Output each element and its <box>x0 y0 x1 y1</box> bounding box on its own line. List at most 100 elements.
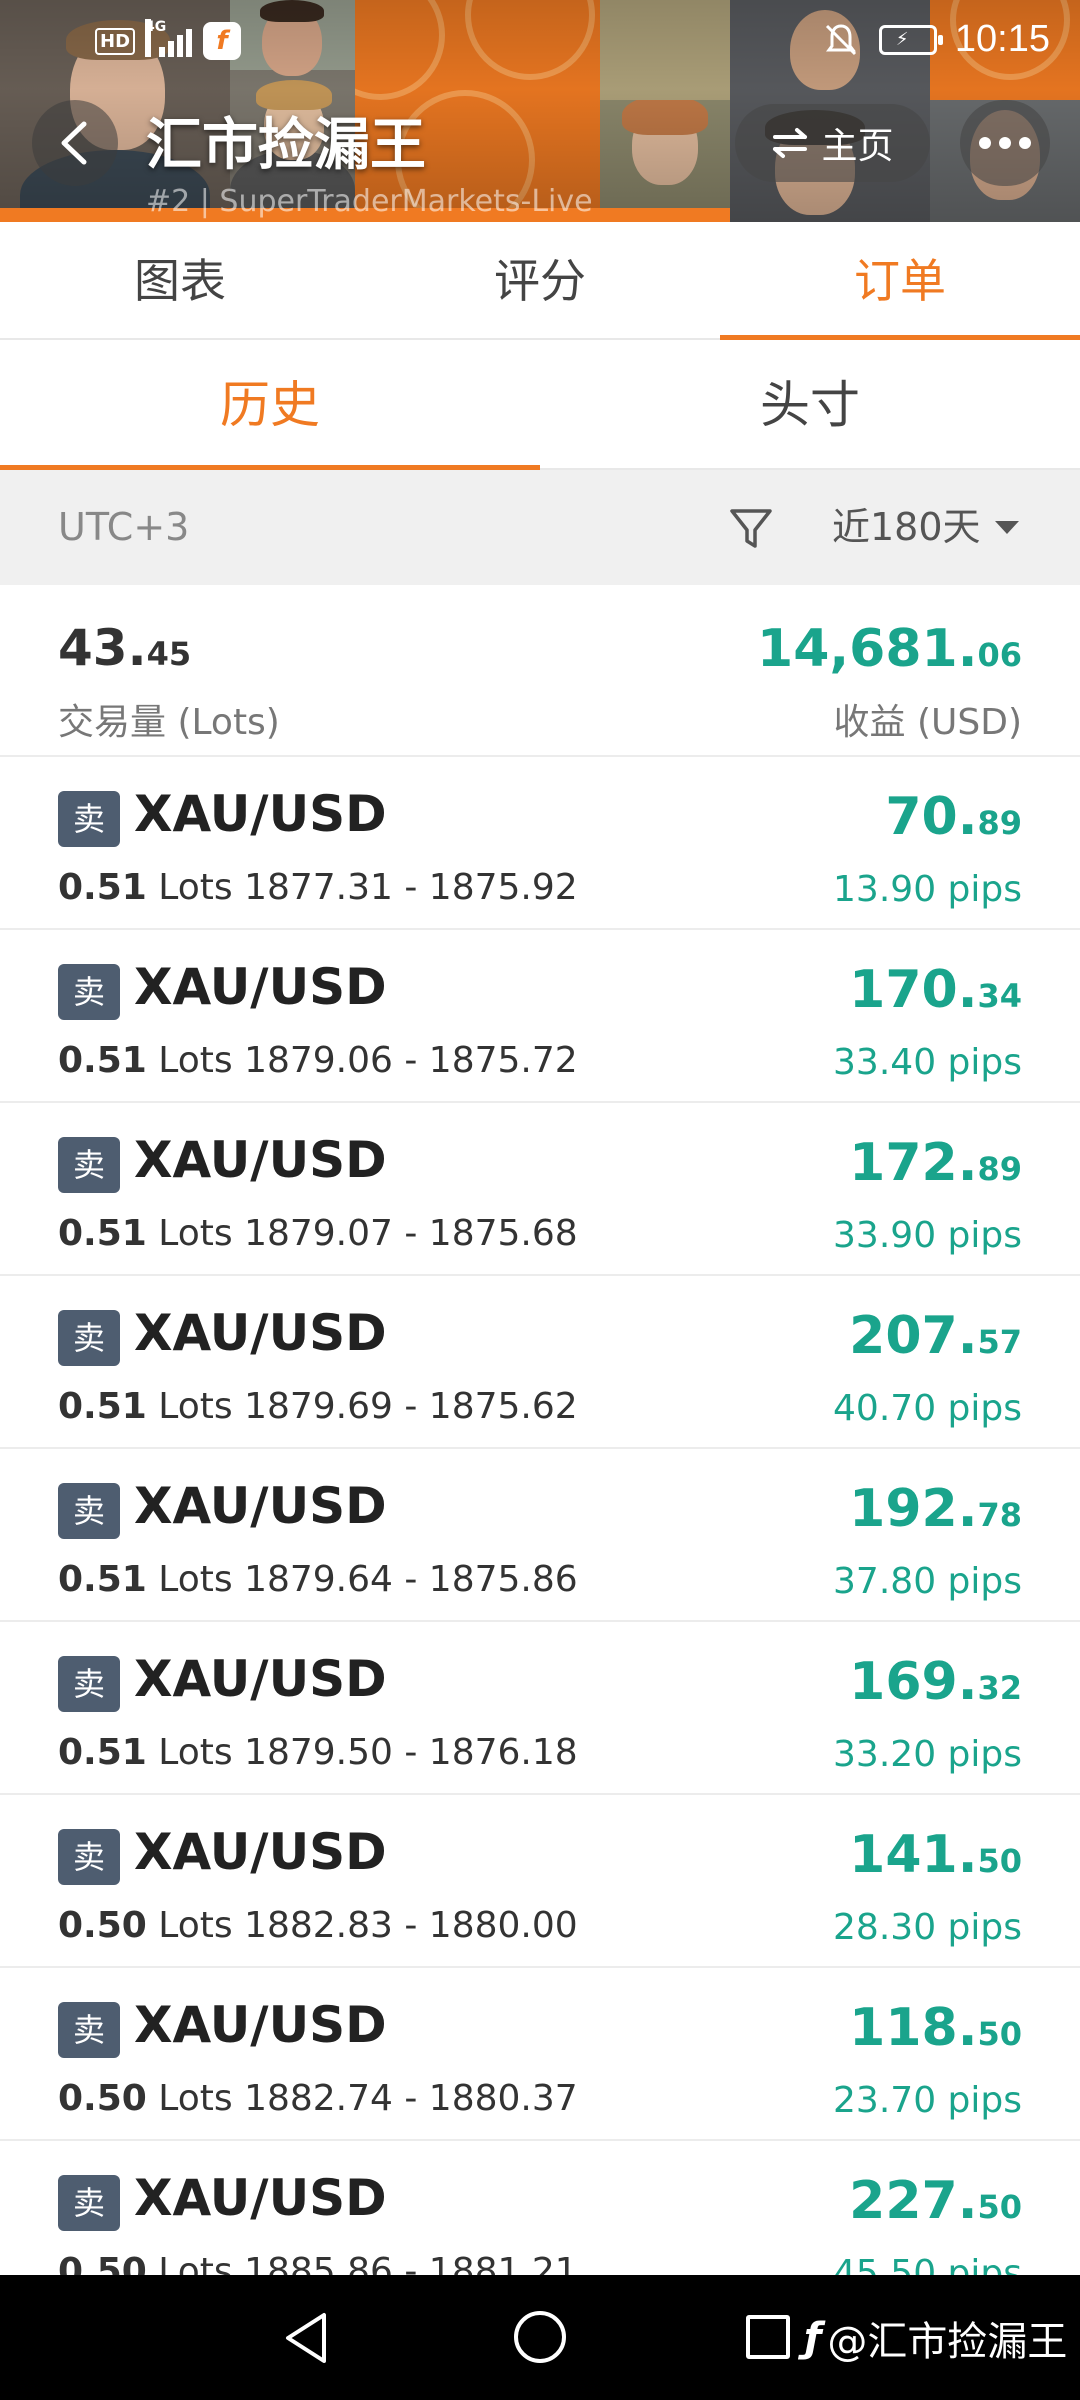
tab-history[interactable]: 历史 <box>0 340 540 472</box>
total-volume: 43.45 <box>58 619 192 677</box>
order-price-range: 1879.64 - 1875.86 <box>244 1559 578 1600</box>
nav-back-icon[interactable] <box>282 2311 332 2365</box>
order-detail: 0.51 Lots 1879.69 - 1875.62 <box>58 1386 578 1427</box>
header-banner: HD 4G f ⚡ 10:15 汇市捡漏王 #2 | SuperTraderMa… <box>0 0 1080 222</box>
volume-label: 交易量 (Lots) <box>58 702 280 743</box>
home-button[interactable]: 主页 <box>735 104 930 182</box>
main-tabs: 图表 评分 订单 <box>0 222 1080 342</box>
order-row[interactable]: 卖 XAU/USD 0.51 Lots 1877.31 - 1875.92 70… <box>0 757 1080 930</box>
app-notification-icon: f <box>203 22 242 60</box>
sell-badge: 卖 <box>58 791 120 847</box>
order-profit: 141.50 <box>849 1825 1022 1885</box>
order-symbol: XAU/USD <box>134 1823 387 1881</box>
chevron-left-icon <box>61 121 87 165</box>
order-price-range: 1885.86 - 1881.21 <box>244 2251 578 2275</box>
app-screen: HD 4G f ⚡ 10:15 汇市捡漏王 #2 | SuperTraderMa… <box>0 0 1080 2400</box>
status-bar: HD 4G f ⚡ 10:15 <box>0 0 1080 80</box>
profit-label: 收益 (USD) <box>833 702 1022 743</box>
sell-badge: 卖 <box>58 2175 120 2231</box>
summary-panel: 43.45 交易量 (Lots) 14,681.06 收益 (USD) <box>0 585 1080 757</box>
order-symbol: XAU/USD <box>134 2169 387 2227</box>
dot <box>979 137 991 149</box>
order-lots-unit: Lots <box>158 867 233 908</box>
order-detail: 0.50 Lots 1882.74 - 1880.37 <box>58 2078 578 2119</box>
order-lots: 0.51 <box>58 1559 147 1600</box>
nav-home-icon[interactable] <box>514 2311 566 2363</box>
order-pips: 23.70 pips <box>833 2080 1022 2121</box>
order-symbol: XAU/USD <box>134 958 387 1016</box>
order-lots-unit: Lots <box>158 1905 233 1946</box>
order-profit: 207.57 <box>849 1306 1022 1366</box>
order-lots: 0.50 <box>58 1905 147 1946</box>
sell-badge: 卖 <box>58 964 120 1020</box>
order-row[interactable]: 卖 XAU/USD 0.50 Lots 1885.86 - 1881.21 22… <box>0 2141 1080 2275</box>
order-lots: 0.51 <box>58 1386 147 1427</box>
order-detail: 0.51 Lots 1879.06 - 1875.72 <box>58 1040 578 1081</box>
order-lots: 0.50 <box>58 2078 147 2119</box>
order-row[interactable]: 卖 XAU/USD 0.51 Lots 1879.06 - 1875.72 17… <box>0 930 1080 1103</box>
network-type: 4G <box>145 19 166 57</box>
order-pips: 13.90 pips <box>833 869 1022 910</box>
order-profit: 170.34 <box>849 960 1022 1020</box>
date-range-dropdown[interactable]: 近180天 <box>832 470 1019 585</box>
order-profit: 169.32 <box>849 1652 1022 1712</box>
order-detail: 0.50 Lots 1885.86 - 1881.21 <box>58 2251 578 2275</box>
page-title: 汇市捡漏王 <box>146 113 426 178</box>
signal-icon: 4G <box>145 19 193 59</box>
date-range-value: 近180天 <box>832 505 981 549</box>
order-lots: 0.51 <box>58 867 147 908</box>
order-symbol: XAU/USD <box>134 1477 387 1535</box>
trader-subtitle: #2 | SuperTraderMarkets-Live <box>146 184 593 219</box>
order-row[interactable]: 卖 XAU/USD 0.51 Lots 1879.69 - 1875.62 20… <box>0 1276 1080 1449</box>
nav-recents-icon[interactable] <box>746 2315 790 2359</box>
order-symbol: XAU/USD <box>134 1996 387 2054</box>
order-profit: 118.50 <box>849 1998 1022 2058</box>
sell-badge: 卖 <box>58 1656 120 1712</box>
watermark-text: @汇市捡漏王 <box>827 2319 1068 2365</box>
sell-badge: 卖 <box>58 1137 120 1193</box>
order-price-range: 1877.31 - 1875.92 <box>244 867 578 908</box>
system-nav-bar: ƒ @汇市捡漏王 <box>0 2275 1080 2400</box>
order-profit: 192.78 <box>849 1479 1022 1539</box>
tab-orders[interactable]: 订单 <box>720 222 1080 342</box>
order-profit: 172.89 <box>849 1133 1022 1193</box>
order-pips: 45.50 pips <box>833 2253 1022 2275</box>
tab-rating[interactable]: 评分 <box>360 222 720 340</box>
hd-indicator: HD <box>95 27 136 55</box>
order-sub-tabs: 历史 头寸 <box>0 340 1080 472</box>
watermark: ƒ @汇市捡漏王 <box>804 2309 1067 2367</box>
home-button-label: 主页 <box>821 126 894 167</box>
order-row[interactable]: 卖 XAU/USD 0.50 Lots 1882.74 - 1880.37 11… <box>0 1968 1080 2141</box>
order-price-range: 1879.50 - 1876.18 <box>244 1732 578 1773</box>
total-profit: 14,681.06 <box>757 619 1022 679</box>
order-price-range: 1879.07 - 1875.68 <box>244 1213 578 1254</box>
tab-positions[interactable]: 头寸 <box>540 340 1080 470</box>
back-button[interactable] <box>32 100 118 186</box>
order-profit: 227.50 <box>849 2171 1022 2231</box>
order-profit: 70.89 <box>885 787 1022 847</box>
order-pips: 37.80 pips <box>833 1561 1022 1602</box>
bell-muted-icon <box>821 20 861 60</box>
order-row[interactable]: 卖 XAU/USD 0.50 Lots 1882.83 - 1880.00 14… <box>0 1795 1080 1968</box>
order-price-range: 1879.06 - 1875.72 <box>244 1040 578 1081</box>
more-options-button[interactable] <box>960 100 1050 186</box>
order-row[interactable]: 卖 XAU/USD 0.51 Lots 1879.50 - 1876.18 16… <box>0 1622 1080 1795</box>
order-symbol: XAU/USD <box>134 1131 387 1189</box>
order-price-range: 1882.74 - 1880.37 <box>244 2078 578 2119</box>
dot <box>999 137 1011 149</box>
dot <box>1019 137 1031 149</box>
sell-badge: 卖 <box>58 1829 120 1885</box>
timezone-label: UTC+3 <box>58 505 190 549</box>
order-lots: 0.51 <box>58 1213 147 1254</box>
order-price-range: 1879.69 - 1875.62 <box>244 1386 578 1427</box>
order-lots-unit: Lots <box>158 2078 233 2119</box>
filter-icon[interactable] <box>728 506 774 552</box>
order-lots-unit: Lots <box>158 1213 233 1254</box>
order-row[interactable]: 卖 XAU/USD 0.51 Lots 1879.64 - 1875.86 19… <box>0 1449 1080 1622</box>
order-pips: 33.90 pips <box>833 1215 1022 1256</box>
order-row[interactable]: 卖 XAU/USD 0.51 Lots 1879.07 - 1875.68 17… <box>0 1103 1080 1276</box>
order-lots-unit: Lots <box>158 1559 233 1600</box>
order-detail: 0.51 Lots 1879.50 - 1876.18 <box>58 1732 578 1773</box>
tab-chart[interactable]: 图表 <box>0 222 360 340</box>
order-symbol: XAU/USD <box>134 1650 387 1708</box>
